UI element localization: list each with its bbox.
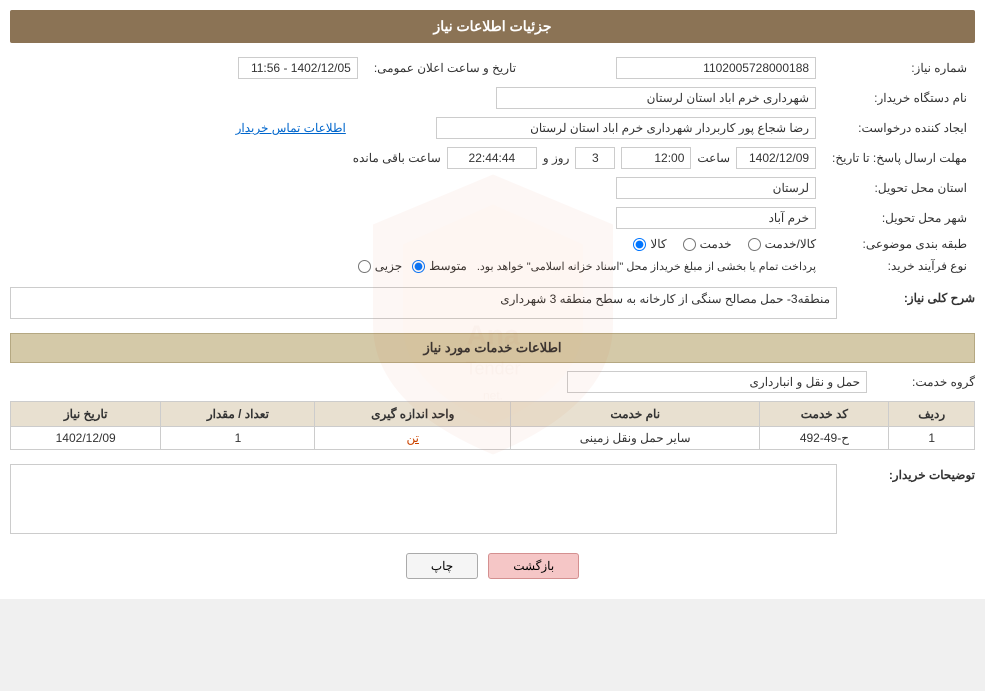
col-unit: واحد اندازه گیری xyxy=(315,402,511,427)
deadline-label: مهلت ارسال پاسخ: تا تاریخ: xyxy=(824,143,975,173)
service-group-value: حمل و نقل و انبارداری xyxy=(567,371,867,393)
cell-qty: 1 xyxy=(161,427,315,450)
buyer-notes-label: توضیحات خریدار: xyxy=(845,468,975,482)
creator-value: رضا شجاع پور کاربردار شهرداری خرم اباد ا… xyxy=(436,117,816,139)
cell-row: 1 xyxy=(889,427,975,450)
deadline-date: 1402/12/09 xyxy=(736,147,816,169)
city-label: شهر محل تحویل: xyxy=(824,203,975,233)
contact-link[interactable]: اطلاعات تماس خریدار xyxy=(236,121,346,135)
radio-motavaset-label: متوسط xyxy=(429,259,467,273)
col-date: تاریخ نیاز xyxy=(11,402,161,427)
radio-jozvi[interactable]: جزیی xyxy=(358,259,402,273)
radio-kala-khadamat-label: کالا/خدمت xyxy=(765,237,816,251)
radio-jozvi-label: جزیی xyxy=(375,259,402,273)
deadline-remaining: 22:44:44 xyxy=(447,147,537,169)
services-table: ردیف کد خدمت نام خدمت واحد اندازه گیری ت… xyxy=(10,401,975,450)
print-button[interactable]: چاپ xyxy=(406,553,478,579)
col-row: ردیف xyxy=(889,402,975,427)
deadline-days-label: روز و xyxy=(543,151,570,165)
description-value: منطقه3- حمل مصالح سنگی از کارخانه به سطح… xyxy=(10,287,837,319)
need-number-label: شماره نیاز: xyxy=(824,53,975,83)
city-value: خرم آباد xyxy=(616,207,816,229)
radio-kala[interactable]: کالا xyxy=(633,237,666,251)
deadline-time: 12:00 xyxy=(621,147,691,169)
cell-date: 1402/12/09 xyxy=(11,427,161,450)
radio-khadamat-label: خدمت xyxy=(700,237,732,251)
description-label: شرح کلی نیاز: xyxy=(845,291,975,305)
col-qty: تعداد / مقدار xyxy=(161,402,315,427)
col-name: نام خدمت xyxy=(510,402,759,427)
announce-label: تاریخ و ساعت اعلان عمومی: xyxy=(366,53,524,83)
need-number-value: 1102005728000188 xyxy=(616,57,816,79)
radio-motavaset[interactable]: متوسط xyxy=(412,259,467,273)
process-label: نوع فرآیند خرید: xyxy=(824,255,975,277)
radio-kala-khadamat[interactable]: کالا/خدمت xyxy=(748,237,816,251)
cell-unit: تن xyxy=(315,427,511,450)
announce-value: 1402/12/05 - 11:56 xyxy=(238,57,358,79)
radio-khadamat[interactable]: خدمت xyxy=(683,237,732,251)
buyer-notes-textarea[interactable] xyxy=(10,464,837,534)
buyer-org-label: نام دستگاه خریدار: xyxy=(824,83,975,113)
category-label: طبقه بندی موضوعی: xyxy=(824,233,975,255)
deadline-remaining-label: ساعت باقی مانده xyxy=(353,151,441,165)
creator-label: ایجاد کننده درخواست: xyxy=(824,113,975,143)
service-group-label: گروه خدمت: xyxy=(875,375,975,389)
info-grid: شماره نیاز: 1102005728000188 تاریخ و ساع… xyxy=(10,53,975,277)
deadline-time-label: ساعت xyxy=(697,151,730,165)
col-code: کد خدمت xyxy=(760,402,889,427)
province-label: استان محل تحویل: xyxy=(824,173,975,203)
services-section-header: اطلاعات خدمات مورد نیاز xyxy=(10,333,975,363)
page-title: جزئیات اطلاعات نیاز xyxy=(10,10,975,43)
page-wrapper: جزئیات اطلاعات نیاز Ana Tender .net شمار… xyxy=(0,0,985,599)
cell-name: سایر حمل ونقل زمینی xyxy=(510,427,759,450)
table-row: 1ح-49-492سایر حمل ونقل زمینیتن11402/12/0… xyxy=(11,427,975,450)
process-notice: پرداخت تمام یا بخشی از مبلغ خریداز محل "… xyxy=(477,260,816,273)
radio-kala-label: کالا xyxy=(650,237,666,251)
deadline-days: 3 xyxy=(575,147,615,169)
cell-code: ح-49-492 xyxy=(760,427,889,450)
back-button[interactable]: بازگشت xyxy=(488,553,579,579)
province-value: لرستان xyxy=(616,177,816,199)
buyer-org-value: شهرداری خرم اباد استان لرستان xyxy=(496,87,816,109)
